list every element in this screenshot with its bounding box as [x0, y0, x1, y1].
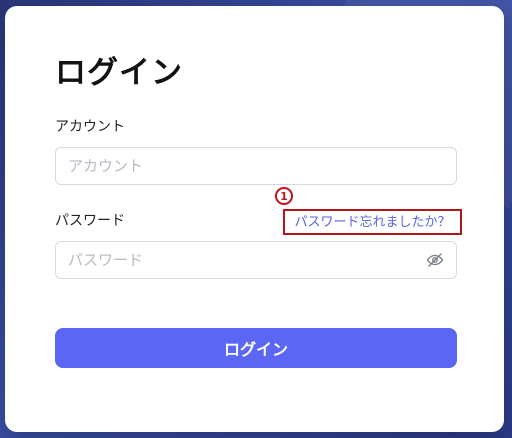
- password-field[interactable]: [55, 241, 457, 279]
- account-field[interactable]: [55, 147, 457, 185]
- page-title: ログイン: [55, 55, 183, 91]
- password-input[interactable]: [56, 242, 426, 278]
- password-label: パスワード: [55, 213, 125, 229]
- login-button[interactable]: ログイン: [55, 328, 457, 368]
- account-input[interactable]: [56, 148, 456, 184]
- annotation-marker: 1: [275, 187, 293, 205]
- login-card: ログイン アカウント パスワード 1 パスワード忘れましたか？ ログイン: [5, 6, 504, 432]
- forgot-password-link[interactable]: パスワード忘れましたか？: [294, 216, 450, 229]
- annotation-highlight-box: パスワード忘れましたか？: [283, 209, 462, 235]
- account-label: アカウント: [55, 119, 125, 135]
- eye-off-icon[interactable]: [426, 251, 444, 269]
